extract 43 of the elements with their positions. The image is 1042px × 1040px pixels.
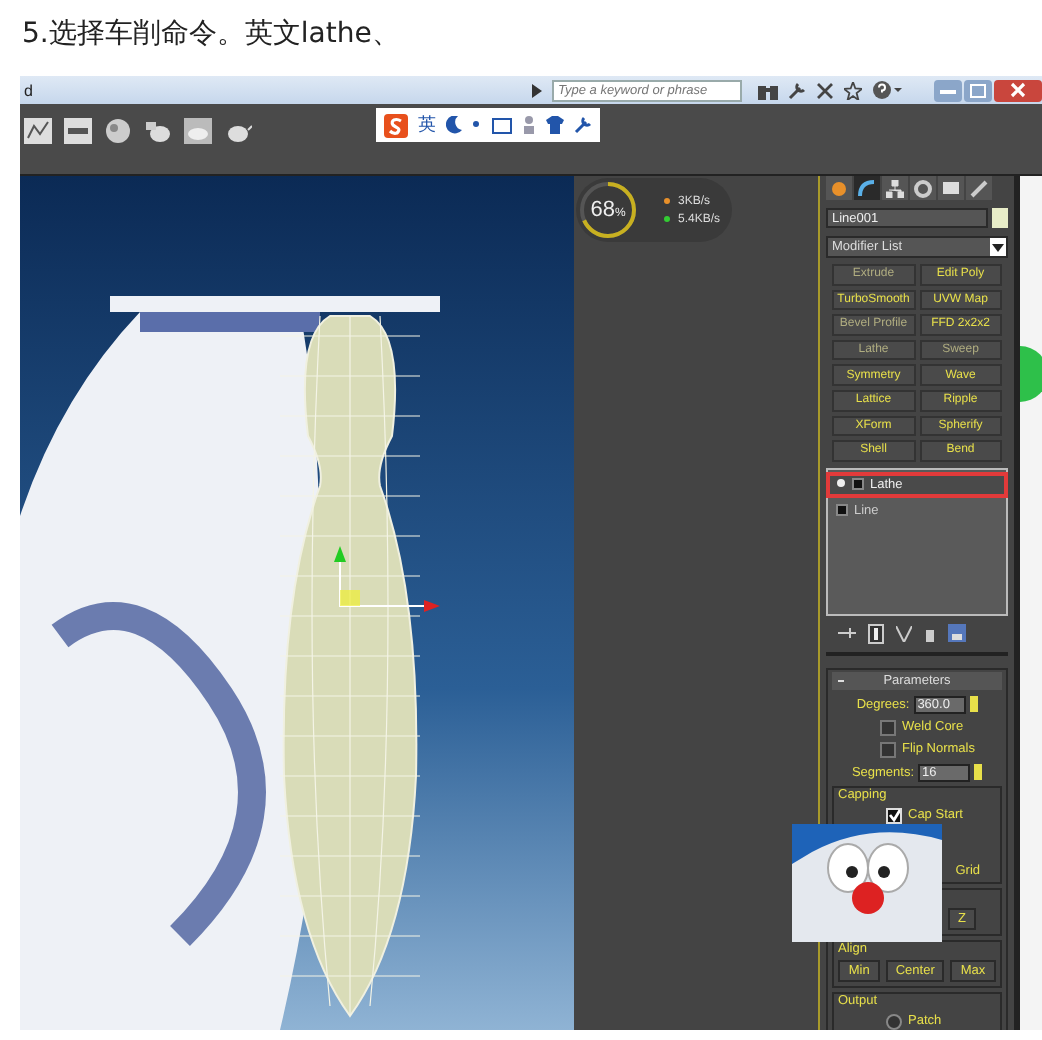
checkmark-icon xyxy=(888,808,900,823)
keyboard-icon xyxy=(492,117,512,133)
motion-tab[interactable] xyxy=(910,176,936,200)
spinner-icon[interactable] xyxy=(969,696,978,713)
spinner-icon[interactable] xyxy=(974,764,983,781)
display-tab[interactable] xyxy=(938,176,964,200)
object-color-swatch[interactable] xyxy=(992,208,1008,228)
close-button[interactable] xyxy=(994,79,1042,101)
play-icon[interactable] xyxy=(532,83,542,97)
sogou-logo-icon xyxy=(384,113,408,137)
caret-icon xyxy=(992,243,1004,251)
checkbox[interactable] xyxy=(880,741,896,758)
remove-modifier-icon[interactable] xyxy=(924,625,936,642)
material-sphere-icon[interactable] xyxy=(104,118,132,144)
dope-sheet-icon[interactable] xyxy=(64,118,92,144)
binoculars-icon[interactable] xyxy=(758,81,778,99)
person-icon xyxy=(522,116,536,134)
make-unique-icon[interactable] xyxy=(896,625,912,642)
close-icon xyxy=(1010,82,1026,98)
punctuation-icon xyxy=(472,117,482,133)
create-tab[interactable] xyxy=(826,176,852,200)
moon-icon xyxy=(446,116,462,134)
window-title: d xyxy=(22,81,33,99)
wrench-icon[interactable] xyxy=(788,81,806,99)
utilities-tab[interactable] xyxy=(966,176,992,200)
shirt-icon xyxy=(546,116,564,134)
input-method-bar[interactable]: 英 xyxy=(376,108,600,142)
maximize-icon xyxy=(970,83,986,97)
hierarchy-tab[interactable] xyxy=(882,176,908,200)
usage-ring-icon xyxy=(576,178,640,242)
show-end-result-icon[interactable] xyxy=(868,623,884,644)
pin-stack-icon[interactable] xyxy=(838,626,856,641)
checkbox[interactable] xyxy=(880,719,896,736)
curve-editor-icon[interactable] xyxy=(24,118,52,144)
help-icon[interactable] xyxy=(872,80,904,100)
wrench-icon xyxy=(574,116,592,134)
modify-tab[interactable] xyxy=(854,176,880,200)
star-icon[interactable] xyxy=(844,81,862,99)
radio-button[interactable] xyxy=(886,1013,902,1030)
configure-sets-icon[interactable] xyxy=(948,624,966,643)
input-mode-label: 英 xyxy=(418,113,436,138)
article-caption: 5.选择车削命令。英文lathe、 xyxy=(20,16,402,54)
minimize-icon xyxy=(940,86,956,94)
